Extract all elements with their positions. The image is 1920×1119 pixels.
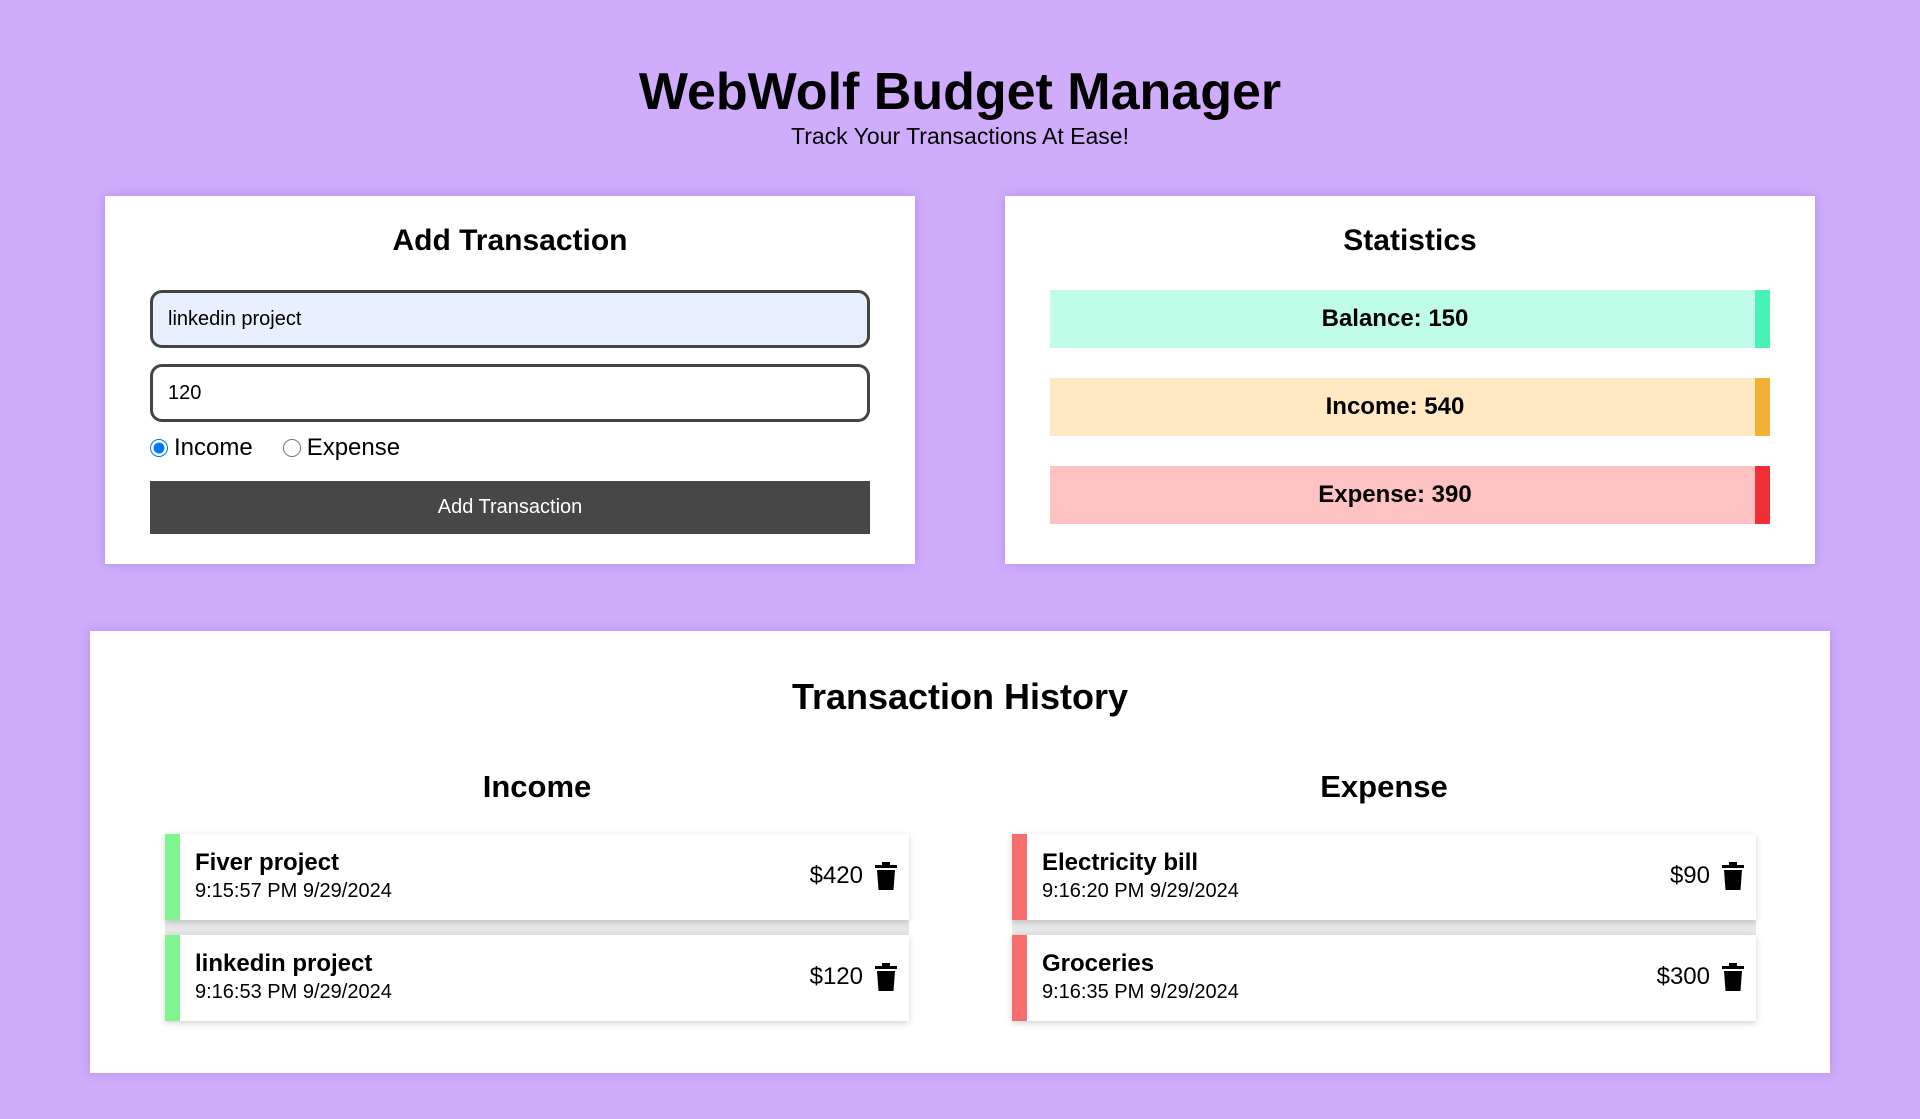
transaction-name: Groceries	[1042, 950, 1155, 977]
income-column-title: Income	[482, 769, 592, 804]
app-title: WebWolf Budget Manager	[638, 63, 1282, 121]
add-transaction-card: Add Transaction Income Expense Add Trans…	[105, 196, 915, 564]
expense-radio-label: Expense	[306, 434, 401, 461]
income-radio-label: Income	[174, 434, 253, 461]
trash-icon[interactable]	[1722, 862, 1744, 890]
add-transaction-title: Add Transaction	[392, 224, 628, 257]
transaction-amount: $90	[1669, 862, 1710, 889]
expense-list-divider	[1012, 920, 1756, 935]
transaction-history-title: Transaction History	[791, 676, 1129, 717]
transaction-time: 9:16:35 PM 9/29/2024	[1042, 981, 1239, 1003]
expense-option[interactable]: Expense	[282, 434, 401, 462]
transaction-amount: $120	[809, 963, 863, 990]
income-list-divider	[165, 920, 909, 935]
amount-input[interactable]	[150, 364, 870, 422]
expense-list-item: Electricity bill 9:16:20 PM 9/29/2024 $9…	[1012, 834, 1756, 920]
transaction-time: 9:15:57 PM 9/29/2024	[195, 880, 392, 902]
app-header: WebWolf Budget Manager Track Your Transa…	[0, 62, 1920, 150]
transaction-amount: $420	[809, 862, 863, 889]
transaction-name: Fiver project	[195, 849, 340, 876]
balance-stat: Balance: 150	[1050, 290, 1770, 348]
trash-icon[interactable]	[875, 963, 897, 991]
income-radio[interactable]	[150, 439, 168, 457]
income-stat: Income: 540	[1050, 378, 1770, 436]
description-input[interactable]	[150, 290, 870, 348]
transaction-type-group: Income Expense	[150, 434, 400, 462]
transaction-amount: $300	[1656, 963, 1710, 990]
expense-radio[interactable]	[282, 439, 301, 457]
transaction-history-card: Transaction History Income Expense Fiver…	[90, 631, 1830, 1073]
transaction-time: 9:16:20 PM 9/29/2024	[1042, 880, 1239, 902]
income-option[interactable]: Income	[150, 434, 253, 462]
trash-icon[interactable]	[875, 862, 897, 890]
expense-column-title: Expense	[1320, 769, 1448, 804]
expense-list-item: Groceries 9:16:35 PM 9/29/2024 $300	[1012, 935, 1756, 1021]
statistics-title: Statistics	[1343, 224, 1477, 257]
expense-stat: Expense: 390	[1050, 466, 1770, 524]
income-list-item: Fiver project 9:15:57 PM 9/29/2024 $420	[165, 834, 909, 920]
transaction-name: linkedin project	[195, 950, 373, 977]
statistics-card: Statistics Balance: 150 Income: 540 Expe…	[1005, 196, 1815, 564]
app-subtitle: Track Your Transactions At Ease!	[791, 123, 1129, 149]
transaction-name: Electricity bill	[1042, 849, 1199, 876]
trash-icon[interactable]	[1722, 963, 1744, 991]
income-list-item: linkedin project 9:16:53 PM 9/29/2024 $1…	[165, 935, 909, 1021]
add-transaction-button[interactable]: Add Transaction	[150, 481, 870, 534]
transaction-time: 9:16:53 PM 9/29/2024	[195, 981, 392, 1003]
